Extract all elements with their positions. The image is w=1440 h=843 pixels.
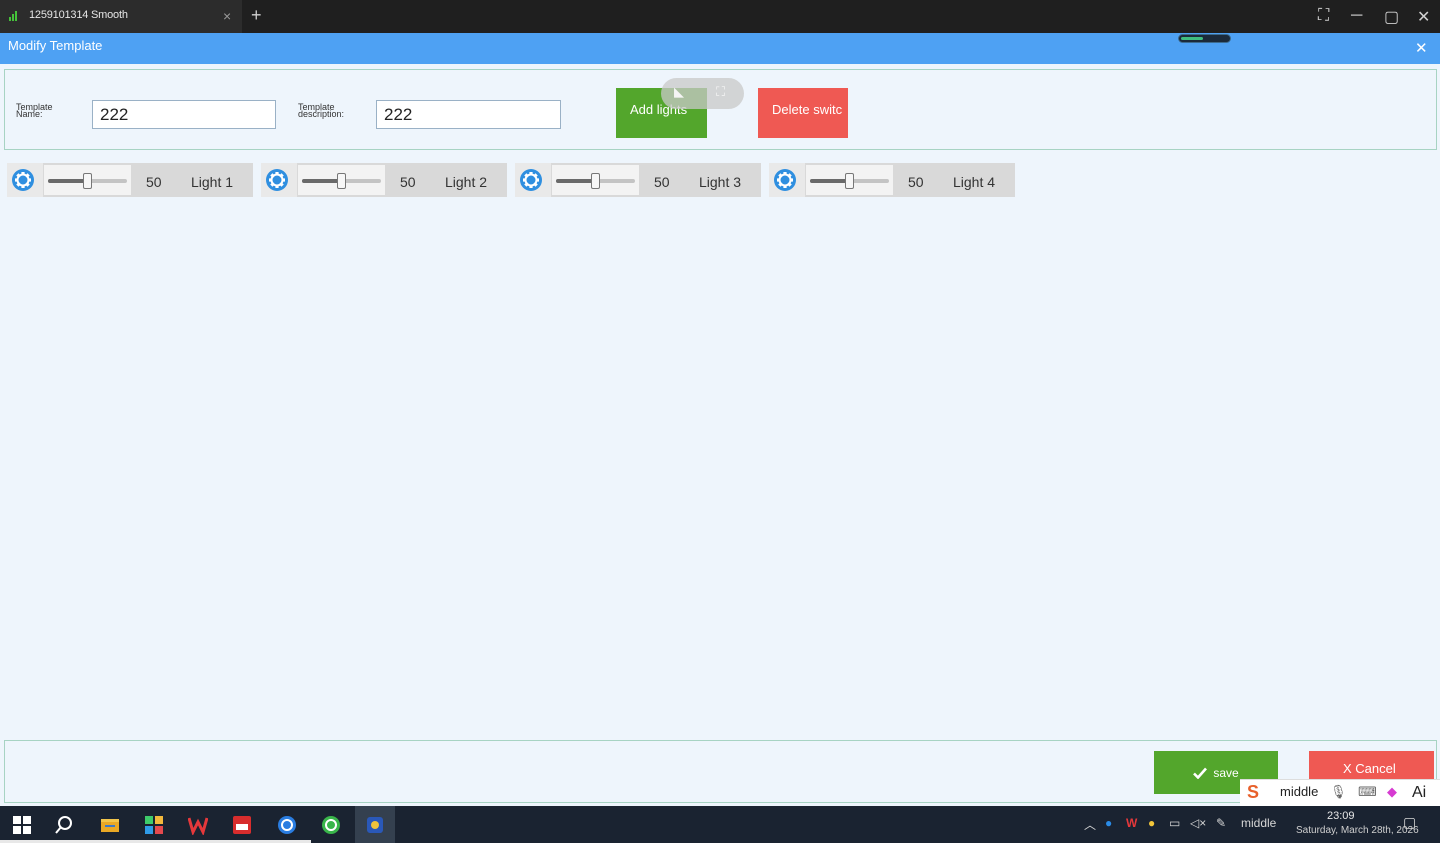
app-store-icon[interactable] (144, 815, 164, 835)
skin-icon[interactable]: ◆ (1387, 784, 1397, 800)
brightness-slider[interactable] (806, 165, 893, 195)
browser-tab[interactable]: 1259101314 Smooth × (0, 0, 242, 33)
minimize-icon[interactable]: ─ (1351, 7, 1362, 25)
volume-mute-icon[interactable]: ◁× (1190, 816, 1206, 830)
green-browser-icon[interactable] (321, 815, 341, 835)
delete-switch-button[interactable]: Delete switc (758, 88, 848, 138)
ime-toolbar: S middle 🎙 ⌨ ◆ Ai (1240, 779, 1440, 806)
pen-icon[interactable]: ✎ (1216, 816, 1226, 830)
ime-ai-icon[interactable]: Ai (1412, 784, 1426, 802)
slider-thumb[interactable] (336, 173, 346, 189)
window-close-icon[interactable]: ✕ (1417, 7, 1430, 27)
expand-icon[interactable]: ⛶ (716, 84, 725, 100)
browser-titlebar: 1259101314 Smooth × + ⛶ ─ ▢ ✕ (0, 0, 1440, 33)
collapse-icon[interactable]: ◣ (674, 84, 684, 100)
loading-progress-fill (1181, 37, 1204, 40)
floating-video-controls: ◣ ⛶ (661, 78, 744, 109)
brightness-slider[interactable] (44, 165, 131, 195)
check-icon (1193, 767, 1208, 779)
search-icon[interactable] (54, 815, 74, 835)
browser-icon[interactable] (277, 815, 297, 835)
template-name-label: Template Name: (16, 102, 53, 119)
loading-progress (1178, 34, 1231, 43)
light-name: Light 4 (953, 174, 996, 190)
maximize-icon[interactable]: ▢ (1384, 7, 1399, 27)
tray-app-icon[interactable]: ● (1105, 816, 1112, 830)
brightness-slider[interactable] (298, 165, 385, 195)
new-tab-button[interactable]: + (251, 5, 262, 26)
template-description-input[interactable] (376, 100, 561, 129)
clock-date[interactable]: Saturday, March 28th, 2026 (1296, 825, 1419, 836)
gear-icon[interactable] (261, 163, 297, 197)
windows-start-icon[interactable] (12, 815, 32, 835)
fullscreen-icon[interactable]: ⛶ (1318, 7, 1329, 25)
template-description-label: Template description: (298, 102, 345, 119)
brightness-value: 50 (146, 174, 162, 190)
light-control-2: 50 Light 2 (261, 163, 507, 197)
brightness-value: 50 (400, 174, 416, 190)
gear-icon[interactable] (7, 163, 43, 197)
red-app-icon[interactable] (232, 815, 252, 835)
wps-office-icon[interactable] (187, 815, 209, 837)
notification-icon[interactable]: ▢ (1403, 814, 1416, 831)
clock-time[interactable]: 23:09 (1327, 810, 1355, 822)
slider-thumb[interactable] (82, 173, 92, 189)
ime-mode-text[interactable]: middle (1280, 784, 1318, 799)
light-control-3: 50 Light 3 (515, 163, 761, 197)
tray-wps-icon[interactable]: W (1126, 816, 1137, 830)
light-name: Light 1 (191, 174, 234, 190)
tray-yellow-icon[interactable]: ● (1148, 816, 1155, 830)
gear-icon[interactable] (769, 163, 805, 197)
template-name-input[interactable] (92, 100, 276, 129)
brightness-value: 50 (908, 174, 924, 190)
light-name: Light 2 (445, 174, 488, 190)
tray-chevron-icon[interactable]: ︿ (1084, 816, 1096, 833)
tray-ime-text[interactable]: middle (1241, 816, 1276, 830)
keyboard-icon[interactable]: ⌨ (1358, 784, 1377, 800)
light-control-1: 50 Light 1 (7, 163, 253, 197)
smooth-app-icon[interactable] (365, 815, 385, 835)
tab-close-icon[interactable]: × (223, 8, 231, 24)
brightness-value: 50 (654, 174, 670, 190)
tab-title: 1259101314 Smooth (29, 9, 128, 21)
slider-thumb[interactable] (590, 173, 600, 189)
signal-icon (9, 11, 17, 21)
save-label: save (1213, 765, 1239, 780)
dialog-title: Modify Template (8, 38, 103, 53)
ime-logo-icon[interactable]: S (1247, 782, 1259, 803)
light-control-4: 50 Light 4 (769, 163, 1015, 197)
dialog-close-icon[interactable]: ✕ (1415, 39, 1428, 57)
slider-thumb[interactable] (844, 173, 854, 189)
gear-icon[interactable] (515, 163, 551, 197)
file-explorer-icon[interactable] (100, 815, 120, 835)
brightness-slider[interactable] (552, 165, 639, 195)
light-name: Light 3 (699, 174, 742, 190)
microphone-icon[interactable]: 🎙 (1330, 784, 1347, 800)
network-icon[interactable]: ▭ (1169, 816, 1180, 830)
